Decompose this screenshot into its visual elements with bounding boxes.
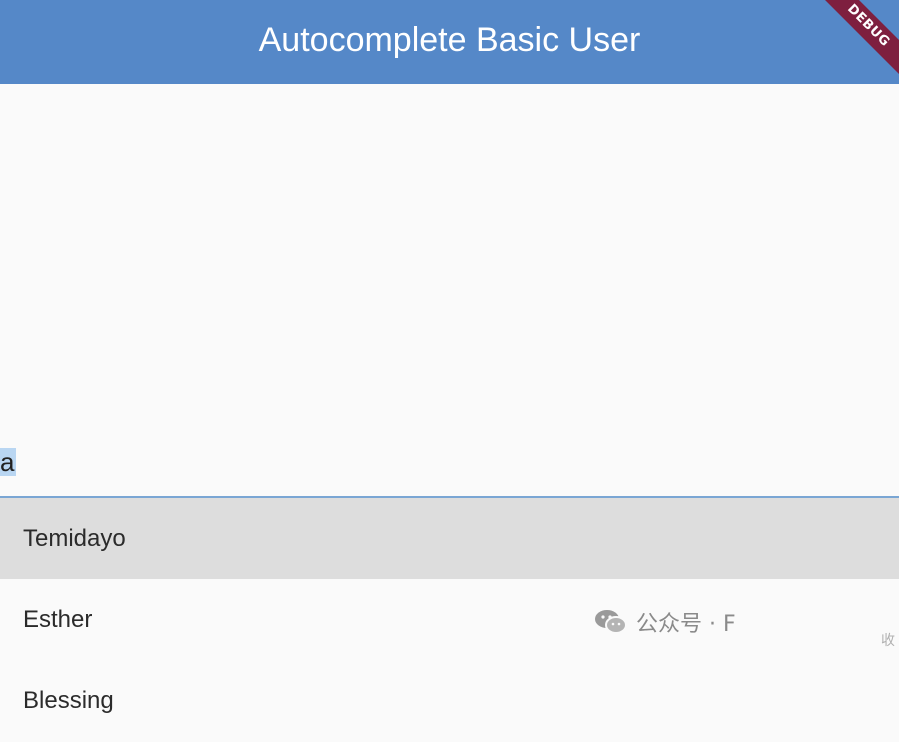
- content-area: a Temidayo Esther Blessing: [0, 84, 899, 742]
- autocomplete-option[interactable]: Temidayo: [0, 498, 899, 579]
- watermark-text: 公众号 · F: [636, 612, 736, 637]
- app-bar: Autocomplete Basic User DEBUG: [0, 0, 899, 84]
- autocomplete-option[interactable]: Esther: [0, 579, 899, 660]
- autocomplete-input[interactable]: [0, 434, 899, 499]
- autocomplete-input-text: a: [0, 447, 17, 477]
- option-label: Esther: [23, 605, 93, 633]
- corner-watermark: 收: [881, 633, 895, 649]
- option-label: Blessing: [23, 686, 114, 714]
- autocomplete-field[interactable]: a: [0, 434, 899, 499]
- option-label: Temidayo: [23, 524, 126, 552]
- autocomplete-options: Temidayo Esther Blessing: [0, 498, 899, 742]
- autocomplete-option[interactable]: Blessing: [0, 660, 899, 741]
- watermark: 公众号 · F: [594, 604, 736, 640]
- page-title: Autocomplete Basic User: [258, 21, 641, 59]
- wechat-icon: [595, 610, 627, 634]
